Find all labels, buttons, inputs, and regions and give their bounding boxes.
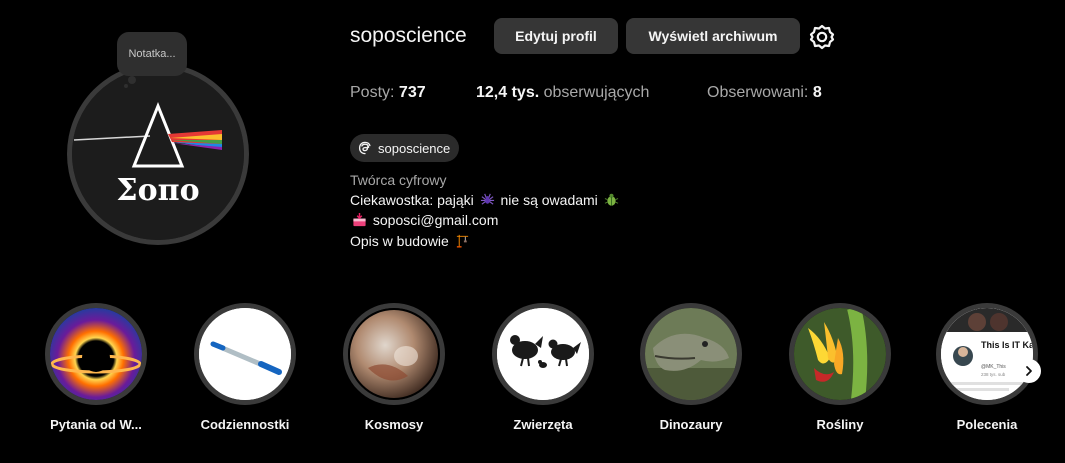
highlight-label: Zwierzęta [513, 417, 573, 432]
highlight-label: Codziennostki [200, 417, 290, 432]
crane-icon [456, 234, 468, 248]
highlight-thumb-pen [199, 308, 291, 400]
highlight-pytania[interactable]: Pytania od W... [21, 303, 171, 438]
bio-line-2: soposci@gmail.com [350, 212, 498, 228]
note-tail-small [124, 84, 128, 88]
spider-icon [480, 193, 494, 205]
posts-value: 737 [398, 84, 426, 101]
bio-line-3: Opis w budowie [350, 233, 472, 249]
note-tail [128, 76, 136, 84]
bio-line-1-b: nie są owadami [500, 192, 598, 208]
chevron-right-icon [1026, 366, 1032, 376]
followers-label: obserwujących [543, 84, 650, 101]
edit-profile-button[interactable]: Edytuj profil [494, 18, 618, 54]
thumb-title-text: This Is IT Kawecki [981, 340, 1033, 350]
followers-link[interactable]: 12,4 tys. obserwujących [476, 84, 649, 102]
highlight-label: Rośliny [816, 417, 864, 432]
following-label: Obserwowani: [707, 84, 809, 101]
threads-badge[interactable]: soposcience [350, 134, 460, 162]
highlight-zwierzeta[interactable]: Zwierzęta [468, 303, 618, 438]
highlight-kosmosy[interactable]: Kosmosy [319, 303, 469, 438]
note-bubble[interactable]: Notatka... [117, 32, 187, 76]
beetle-icon [604, 193, 618, 206]
view-archive-button[interactable]: Wyświetl archiwum [626, 18, 800, 54]
highlight-label: Pytania od W... [50, 417, 142, 432]
highlight-thumb-blackhole [50, 308, 142, 400]
highlight-thumb-chickens [497, 308, 589, 400]
bio-line-1-a: Ciekawostka: pająki [350, 192, 474, 208]
avatar-image: Σoπo [72, 68, 244, 240]
highlight-thumb-plant [794, 308, 886, 400]
highlight-dinozaury[interactable]: Dinozaury [616, 303, 766, 438]
highlight-codziennostki[interactable]: Codziennostki [170, 303, 320, 438]
thumb-meta: 238 tys. sub [981, 372, 1006, 377]
profile-avatar[interactable]: Σoπo [67, 63, 249, 245]
bio-category: Twórca cyfrowy [350, 172, 447, 188]
username: soposcience [350, 24, 467, 47]
highlight-thumb-recommendation: This Is IT Kawecki @MK_This 238 tys. sub [941, 308, 1033, 400]
following-link[interactable]: Obserwowani: 8 [707, 84, 822, 102]
thumb-handle: @MK_This [981, 364, 1006, 370]
highlight-thumb-pluto [348, 308, 440, 400]
note-label: Notatka... [128, 48, 176, 60]
threads-handle: soposcience [378, 140, 451, 156]
bio-line-1: Ciekawostka: pająki nie są owadami [350, 192, 621, 208]
highlight-thumb-dinosaur [645, 308, 737, 400]
followers-value: 12,4 tys. [476, 84, 540, 101]
following-value: 8 [812, 84, 822, 101]
highlight-rosliny[interactable]: Rośliny [765, 303, 915, 438]
highlight-label: Polecenia [956, 417, 1018, 432]
highlight-label: Dinozaury [659, 417, 723, 432]
inbox-icon [353, 212, 366, 227]
posts-label: Posty: [350, 84, 395, 101]
highlights-next-button[interactable] [1017, 359, 1041, 383]
thumb-title: This Is IT Kawecki [981, 340, 1033, 350]
gear-icon[interactable] [809, 24, 835, 50]
posts-count: Posty: 737 [350, 84, 426, 102]
bio-email[interactable]: soposci@gmail.com [373, 212, 498, 228]
threads-icon [358, 141, 371, 155]
avatar-text: Σoπo [116, 173, 199, 208]
prism-logo: Σoπo [72, 68, 244, 240]
bio-line-3-text: Opis w budowie [350, 233, 449, 249]
highlight-label: Kosmosy [364, 417, 424, 432]
